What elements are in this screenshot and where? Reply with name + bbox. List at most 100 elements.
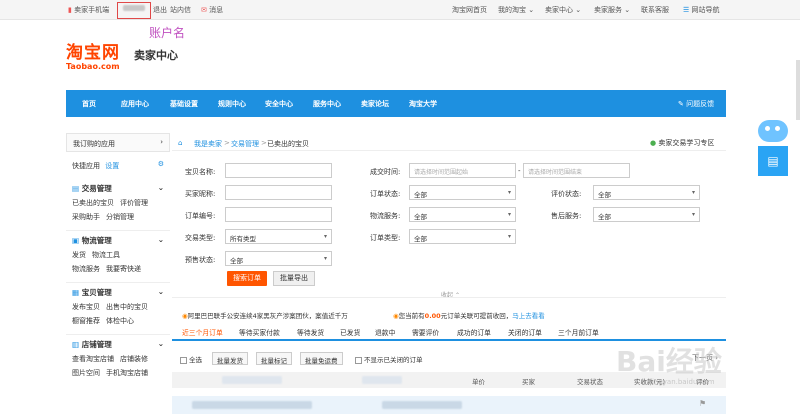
taobao-logo[interactable]: 淘宝网 Taobao.com (66, 38, 120, 71)
learning-zone-link[interactable]: ● 卖家交易学习专区 (650, 138, 714, 148)
start-time-input[interactable]: 请选择时间范围起始 (409, 163, 516, 178)
edit-icon: ✎ (678, 100, 684, 108)
logo-cn: 淘宝网 (66, 43, 120, 63)
gear-icon[interactable]: ⚙ (158, 160, 164, 168)
end-time-input[interactable]: 请选择时间范围结束 (523, 163, 630, 178)
label-presale: 预售状态: (185, 256, 216, 264)
nav-security[interactable]: 安全中心 (265, 99, 293, 109)
chevron-down-icon[interactable]: ⌄ (158, 183, 164, 192)
breadcrumb-seller[interactable]: 我是卖家 (194, 139, 222, 149)
contact-link[interactable]: 联系客服 (641, 5, 669, 15)
sidebar-item-images[interactable]: 图片空间 (72, 368, 100, 378)
sidebar-item-ship[interactable]: 发货 (72, 250, 86, 260)
chevron-down-icon[interactable]: ⌄ (158, 339, 164, 348)
order-tabs: 近三个月订单 等待买家付款 等待发货 已发货 退款中 需要评价 成功的订单 关闭… (172, 324, 726, 341)
order-no-input[interactable] (225, 207, 332, 222)
order-status-select[interactable]: 全部 ▾ (409, 185, 516, 200)
tab-older[interactable]: 三个月前订单 (558, 327, 599, 337)
sidebar-item-logistics-tools[interactable]: 物流工具 (92, 250, 120, 260)
trade-type-select[interactable]: 所有类型 ▾ (225, 229, 332, 244)
station-msg-link[interactable]: 站内信 (170, 5, 191, 15)
nav-forum[interactable]: 卖家论坛 (361, 99, 389, 109)
chevron-down-icon[interactable]: ⌄ (158, 287, 164, 296)
right-float-bar: ▤ (758, 120, 788, 176)
tab-wait-pay[interactable]: 等待买家付款 (239, 327, 280, 337)
trade-icon: ▤ (72, 184, 80, 193)
tab-closed[interactable]: 关闭的订单 (508, 327, 542, 337)
my-taobao-link[interactable]: 我的淘宝 ⌄ (498, 5, 534, 15)
flag-icon[interactable]: ⚑ (699, 399, 706, 408)
label-order-status: 订单状态: (370, 190, 401, 198)
tab-shipped[interactable]: 已发货 (340, 327, 360, 337)
nav-app-center[interactable]: 应用中心 (121, 99, 149, 109)
chat-icon[interactable]: ▤ (758, 146, 788, 176)
chevron-down-icon: ▾ (507, 189, 511, 196)
sitemap-link[interactable]: ☰ 网站导航 (683, 5, 720, 15)
chevron-down-icon: ▾ (691, 189, 695, 196)
sidebar-item-express[interactable]: 我要寄快递 (106, 264, 141, 274)
mascot-icon[interactable] (758, 120, 788, 142)
breadcrumb: ⌂ 我是卖家 > 交易管理 > 已卖出的宝贝 ● 卖家交易学习专区 (172, 135, 726, 151)
item-name-input[interactable] (225, 163, 332, 178)
batch-free-shipping-button[interactable]: 批量免运费 (300, 352, 343, 365)
sidebar-item-view-shop[interactable]: 查看淘宝店铺 (72, 354, 114, 364)
quick-settings-link[interactable]: 设置 (105, 162, 119, 170)
sidebar-item-reviews[interactable]: 评价管理 (120, 198, 148, 208)
sidebar-item-on-sale[interactable]: 出售中的宝贝 (106, 302, 148, 312)
aftersale-select[interactable]: 全部 ▾ (593, 207, 700, 222)
main-nav: 首页 应用中心 基础设置 规则中心 安全中心 服务中心 卖家论坛 淘宝大学 ✎ … (66, 90, 726, 117)
nav-university[interactable]: 淘宝大学 (409, 99, 437, 109)
mobile-link[interactable]: ▮ 卖家手机端 (68, 5, 109, 15)
seller-service-link[interactable]: 卖家服务 ⌄ (594, 5, 630, 15)
order-type-select[interactable]: 全部 ▾ (409, 229, 516, 244)
search-orders-button[interactable]: 搜索订单 (227, 271, 267, 286)
tab-refunding[interactable]: 退款中 (375, 327, 395, 337)
logistics-select[interactable]: 全部 ▾ (409, 207, 516, 222)
sidebar-item-sold[interactable]: 已卖出的宝贝 (72, 198, 114, 208)
sidebar: 我订购的应用 › 快捷应用 设置 ⚙ ▤ 交易管理 ⌄ 已卖出的宝贝 评价管理 采购… (66, 133, 170, 386)
chevron-down-icon[interactable]: ⌄ (158, 235, 164, 244)
feedback-link[interactable]: ✎ 问题反馈 (678, 99, 714, 109)
security-notice[interactable]: ◉阿里巴巴联手公安连续4家黑灰产涉案团伙，案值近千万 (182, 310, 348, 320)
nav-rules[interactable]: 规则中心 (218, 99, 246, 109)
batch-mark-button[interactable]: 批量标记 (256, 352, 292, 365)
buyer-input[interactable] (225, 185, 332, 200)
sidebar-item-showcase[interactable]: 橱窗推荐 (72, 316, 100, 326)
batch-ship-button[interactable]: 批量发货 (212, 352, 248, 365)
sidebar-item-checkup[interactable]: 体检中心 (106, 316, 134, 326)
sidebar-item-distribution[interactable]: 分销管理 (106, 212, 134, 222)
label-logistics: 物流服务: (370, 212, 401, 220)
col-status: 交易状态 (577, 378, 603, 386)
sidebar-item-logistics-service[interactable]: 物流服务 (72, 264, 100, 274)
table-row[interactable]: ⚑ (172, 396, 726, 414)
nav-basic-settings[interactable]: 基础设置 (170, 99, 198, 109)
message-link[interactable]: ✉ 消息 (201, 5, 223, 15)
tab-success[interactable]: 成功的订单 (457, 327, 491, 337)
nav-home[interactable]: 首页 (82, 99, 96, 109)
presale-select[interactable]: 全部 ▾ (225, 251, 332, 266)
sidebar-item-decorate[interactable]: 店铺装修 (120, 354, 148, 364)
my-apps-box[interactable]: 我订购的应用 › (66, 133, 170, 152)
breadcrumb-current: 已卖出的宝贝 (267, 140, 309, 148)
chevron-down-icon: ▾ (507, 233, 511, 240)
review-select[interactable]: 全部 ▾ (593, 185, 700, 200)
quick-apps: 快捷应用 设置 ⚙ (66, 156, 170, 175)
logout-link[interactable]: 退出 (153, 5, 167, 15)
tab-need-review[interactable]: 需要评价 (412, 327, 439, 337)
sidebar-item-publish[interactable]: 发布宝贝 (72, 302, 100, 312)
label-trade-type: 交易类型: (185, 234, 216, 242)
tab-wait-ship[interactable]: 等待发货 (297, 327, 324, 337)
menu-icon: ☰ (683, 6, 690, 14)
hide-closed-checkbox[interactable]: 不显示已关闭的订单 (355, 354, 423, 364)
page-scrollbar[interactable] (796, 60, 800, 120)
sidebar-item-mobile-shop[interactable]: 手机淘宝店铺 (106, 368, 148, 378)
tab-recent-3-months[interactable]: 近三个月订单 (182, 327, 223, 337)
select-all-checkbox[interactable]: 全选 (180, 354, 202, 364)
batch-export-button[interactable]: 批量导出 (273, 271, 315, 286)
sidebar-item-purchase[interactable]: 采购助手 (72, 212, 100, 222)
go-see-link[interactable]: 马上去看看 (512, 312, 545, 320)
nav-service[interactable]: 服务中心 (313, 99, 341, 109)
taobao-home-link[interactable]: 淘宝网首页 (452, 5, 487, 15)
seller-center-link[interactable]: 卖家中心 ⌄ (545, 5, 581, 15)
breadcrumb-trade[interactable]: 交易管理 (231, 139, 259, 149)
